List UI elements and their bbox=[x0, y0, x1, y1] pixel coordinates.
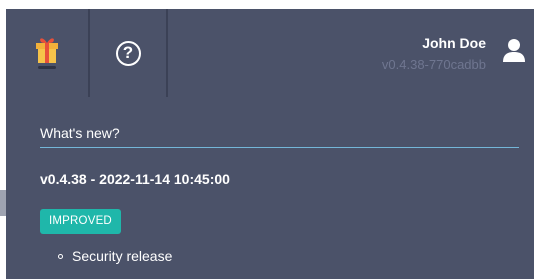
gift-icon bbox=[34, 34, 60, 72]
whats-new-panel: What's new? v0.4.38 - 2022-11-14 10:45:0… bbox=[6, 97, 534, 279]
gift-icon-shadow bbox=[38, 66, 56, 69]
whats-new-button[interactable] bbox=[6, 9, 90, 97]
status-badge: IMPROVED bbox=[40, 209, 121, 234]
user-name: John Doe bbox=[422, 35, 486, 51]
whats-new-title: What's new? bbox=[40, 124, 519, 148]
app-frame: ? John Doe v0.4.38-770cadbb What's new? … bbox=[0, 0, 534, 279]
bullet-icon bbox=[58, 253, 63, 259]
user-icon[interactable] bbox=[502, 38, 526, 62]
release-note-text: Security release bbox=[72, 248, 173, 264]
app-version: v0.4.38-770cadbb bbox=[381, 57, 486, 72]
top-header-bar: ? John Doe v0.4.38-770cadbb bbox=[6, 9, 534, 97]
list-item: Security release bbox=[58, 247, 172, 265]
release-heading: v0.4.38 - 2022-11-14 10:45:00 bbox=[40, 171, 230, 187]
user-info[interactable]: John Doe v0.4.38-770cadbb bbox=[382, 35, 486, 73]
question-circle-icon: ? bbox=[115, 40, 141, 66]
help-button[interactable]: ? bbox=[90, 9, 168, 97]
release-notes-list: Security release bbox=[58, 247, 172, 265]
